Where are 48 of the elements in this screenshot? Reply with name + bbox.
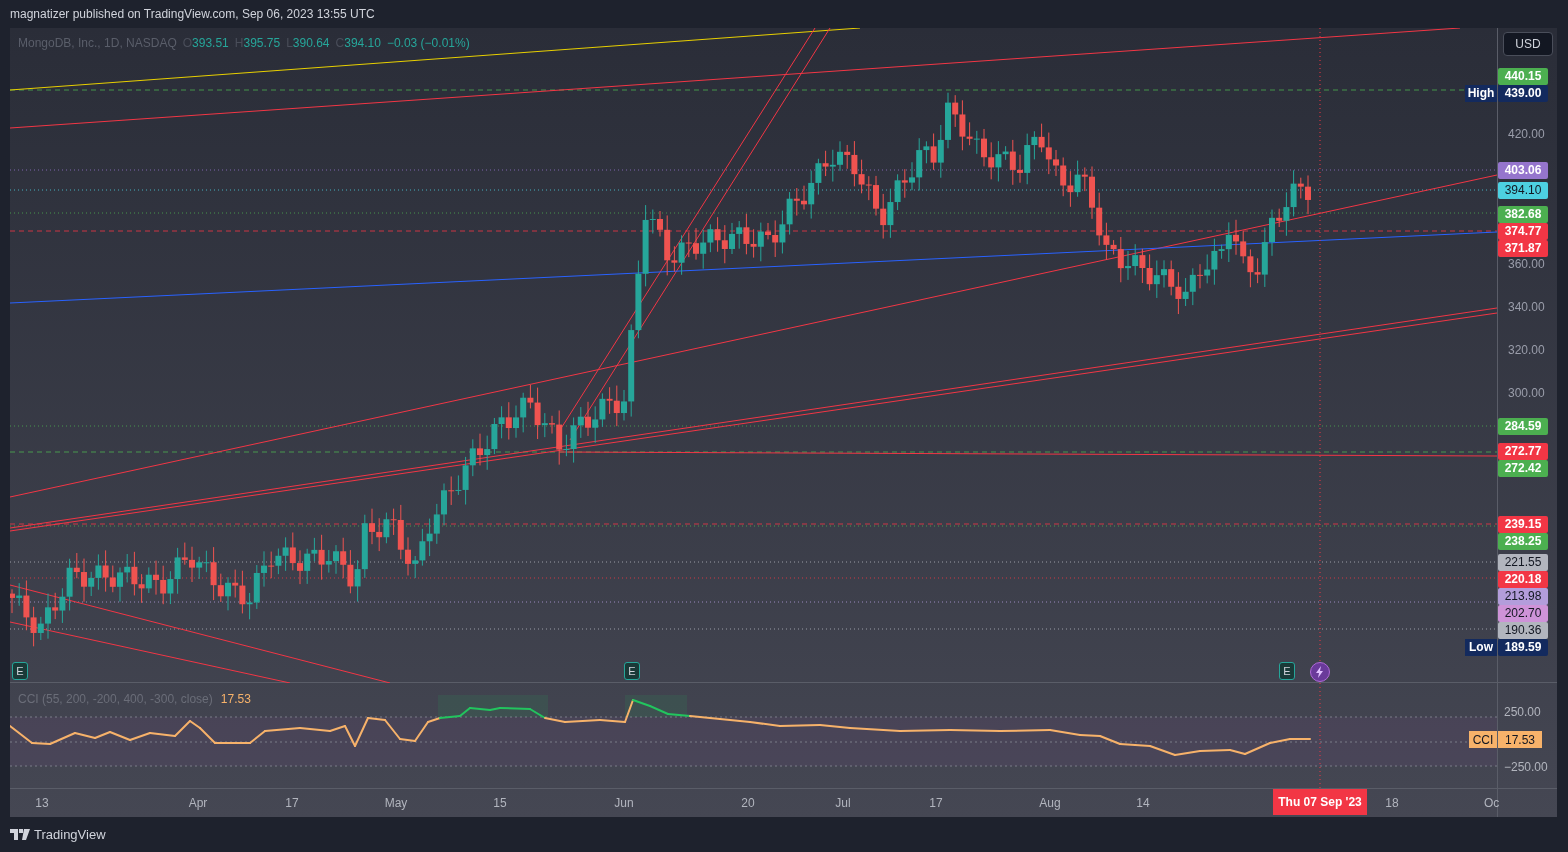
price-label: 403.06 bbox=[1498, 161, 1548, 179]
indicator-name-tag: CCI bbox=[1469, 731, 1497, 748]
tradingview-logo-icon bbox=[10, 829, 30, 840]
time-axis-label: Apr bbox=[188, 795, 208, 812]
time-axis-label: 20 bbox=[741, 795, 755, 812]
publisher-caption: magnatizer published on TradingView.com, Sep 06, 2023 13:55 UTC bbox=[10, 6, 375, 23]
price-label-title: Low bbox=[1465, 638, 1497, 656]
currency-button[interactable]: USD bbox=[1503, 32, 1553, 56]
price-label: 221.55 bbox=[1498, 553, 1548, 571]
ohlc-value: 394.10 bbox=[344, 35, 381, 52]
time-axis-label: Jun bbox=[614, 795, 634, 812]
indicator-value-label: 17.53 bbox=[1498, 731, 1542, 748]
time-axis-label: 13 bbox=[35, 795, 49, 812]
price-axis-label: 300.00 bbox=[1508, 385, 1545, 402]
price-label: 284.59 bbox=[1498, 417, 1548, 435]
price-change: −0.03 (−0.01%) bbox=[386, 35, 470, 52]
indicator-value: 17.53 bbox=[220, 691, 251, 708]
ohlc-value: 390.64 bbox=[292, 35, 330, 52]
time-axis-label: 17 bbox=[285, 795, 299, 812]
time-axis-label: Oc bbox=[1484, 795, 1500, 812]
time-axis-label: Jul bbox=[835, 795, 851, 812]
price-label: 394.10 bbox=[1498, 181, 1548, 199]
lightning-icon[interactable] bbox=[1310, 662, 1330, 682]
price-label: 382.68 bbox=[1498, 205, 1548, 223]
price-axis-label: 320.00 bbox=[1508, 342, 1545, 359]
brand-name: TradingView bbox=[34, 825, 106, 844]
time-axis-label: Aug bbox=[1039, 795, 1061, 812]
price-label-title: High bbox=[1465, 84, 1497, 102]
date-marker: Thu 07 Sep '23 bbox=[1273, 789, 1367, 815]
earnings-marker[interactable]: E bbox=[624, 662, 640, 680]
price-axis-label: 360.00 bbox=[1508, 256, 1545, 273]
ohlc-key: L bbox=[286, 34, 293, 52]
time-axis-label: 14 bbox=[1136, 795, 1150, 812]
time-axis-label: 15 bbox=[493, 795, 507, 812]
price-axis-label: 340.00 bbox=[1508, 299, 1545, 316]
price-label: 440.15 bbox=[1498, 67, 1548, 85]
time-axis-label: 18 bbox=[1385, 795, 1399, 812]
time-axis-label: 17 bbox=[929, 795, 943, 812]
indicator-axis-label: 250.00 bbox=[1504, 704, 1541, 721]
price-label: 239.15 bbox=[1498, 515, 1548, 533]
earnings-marker[interactable]: E bbox=[12, 662, 28, 680]
price-label: 272.77 bbox=[1498, 442, 1548, 460]
earnings-marker[interactable]: E bbox=[1279, 662, 1295, 680]
ohlc-value: 393.51 bbox=[192, 35, 229, 52]
indicator-axis-label: −250.00 bbox=[1504, 759, 1548, 776]
ohlc-value: 395.75 bbox=[243, 35, 281, 52]
time-axis-label: May bbox=[384, 795, 408, 812]
price-axis-label: 420.00 bbox=[1508, 126, 1545, 143]
